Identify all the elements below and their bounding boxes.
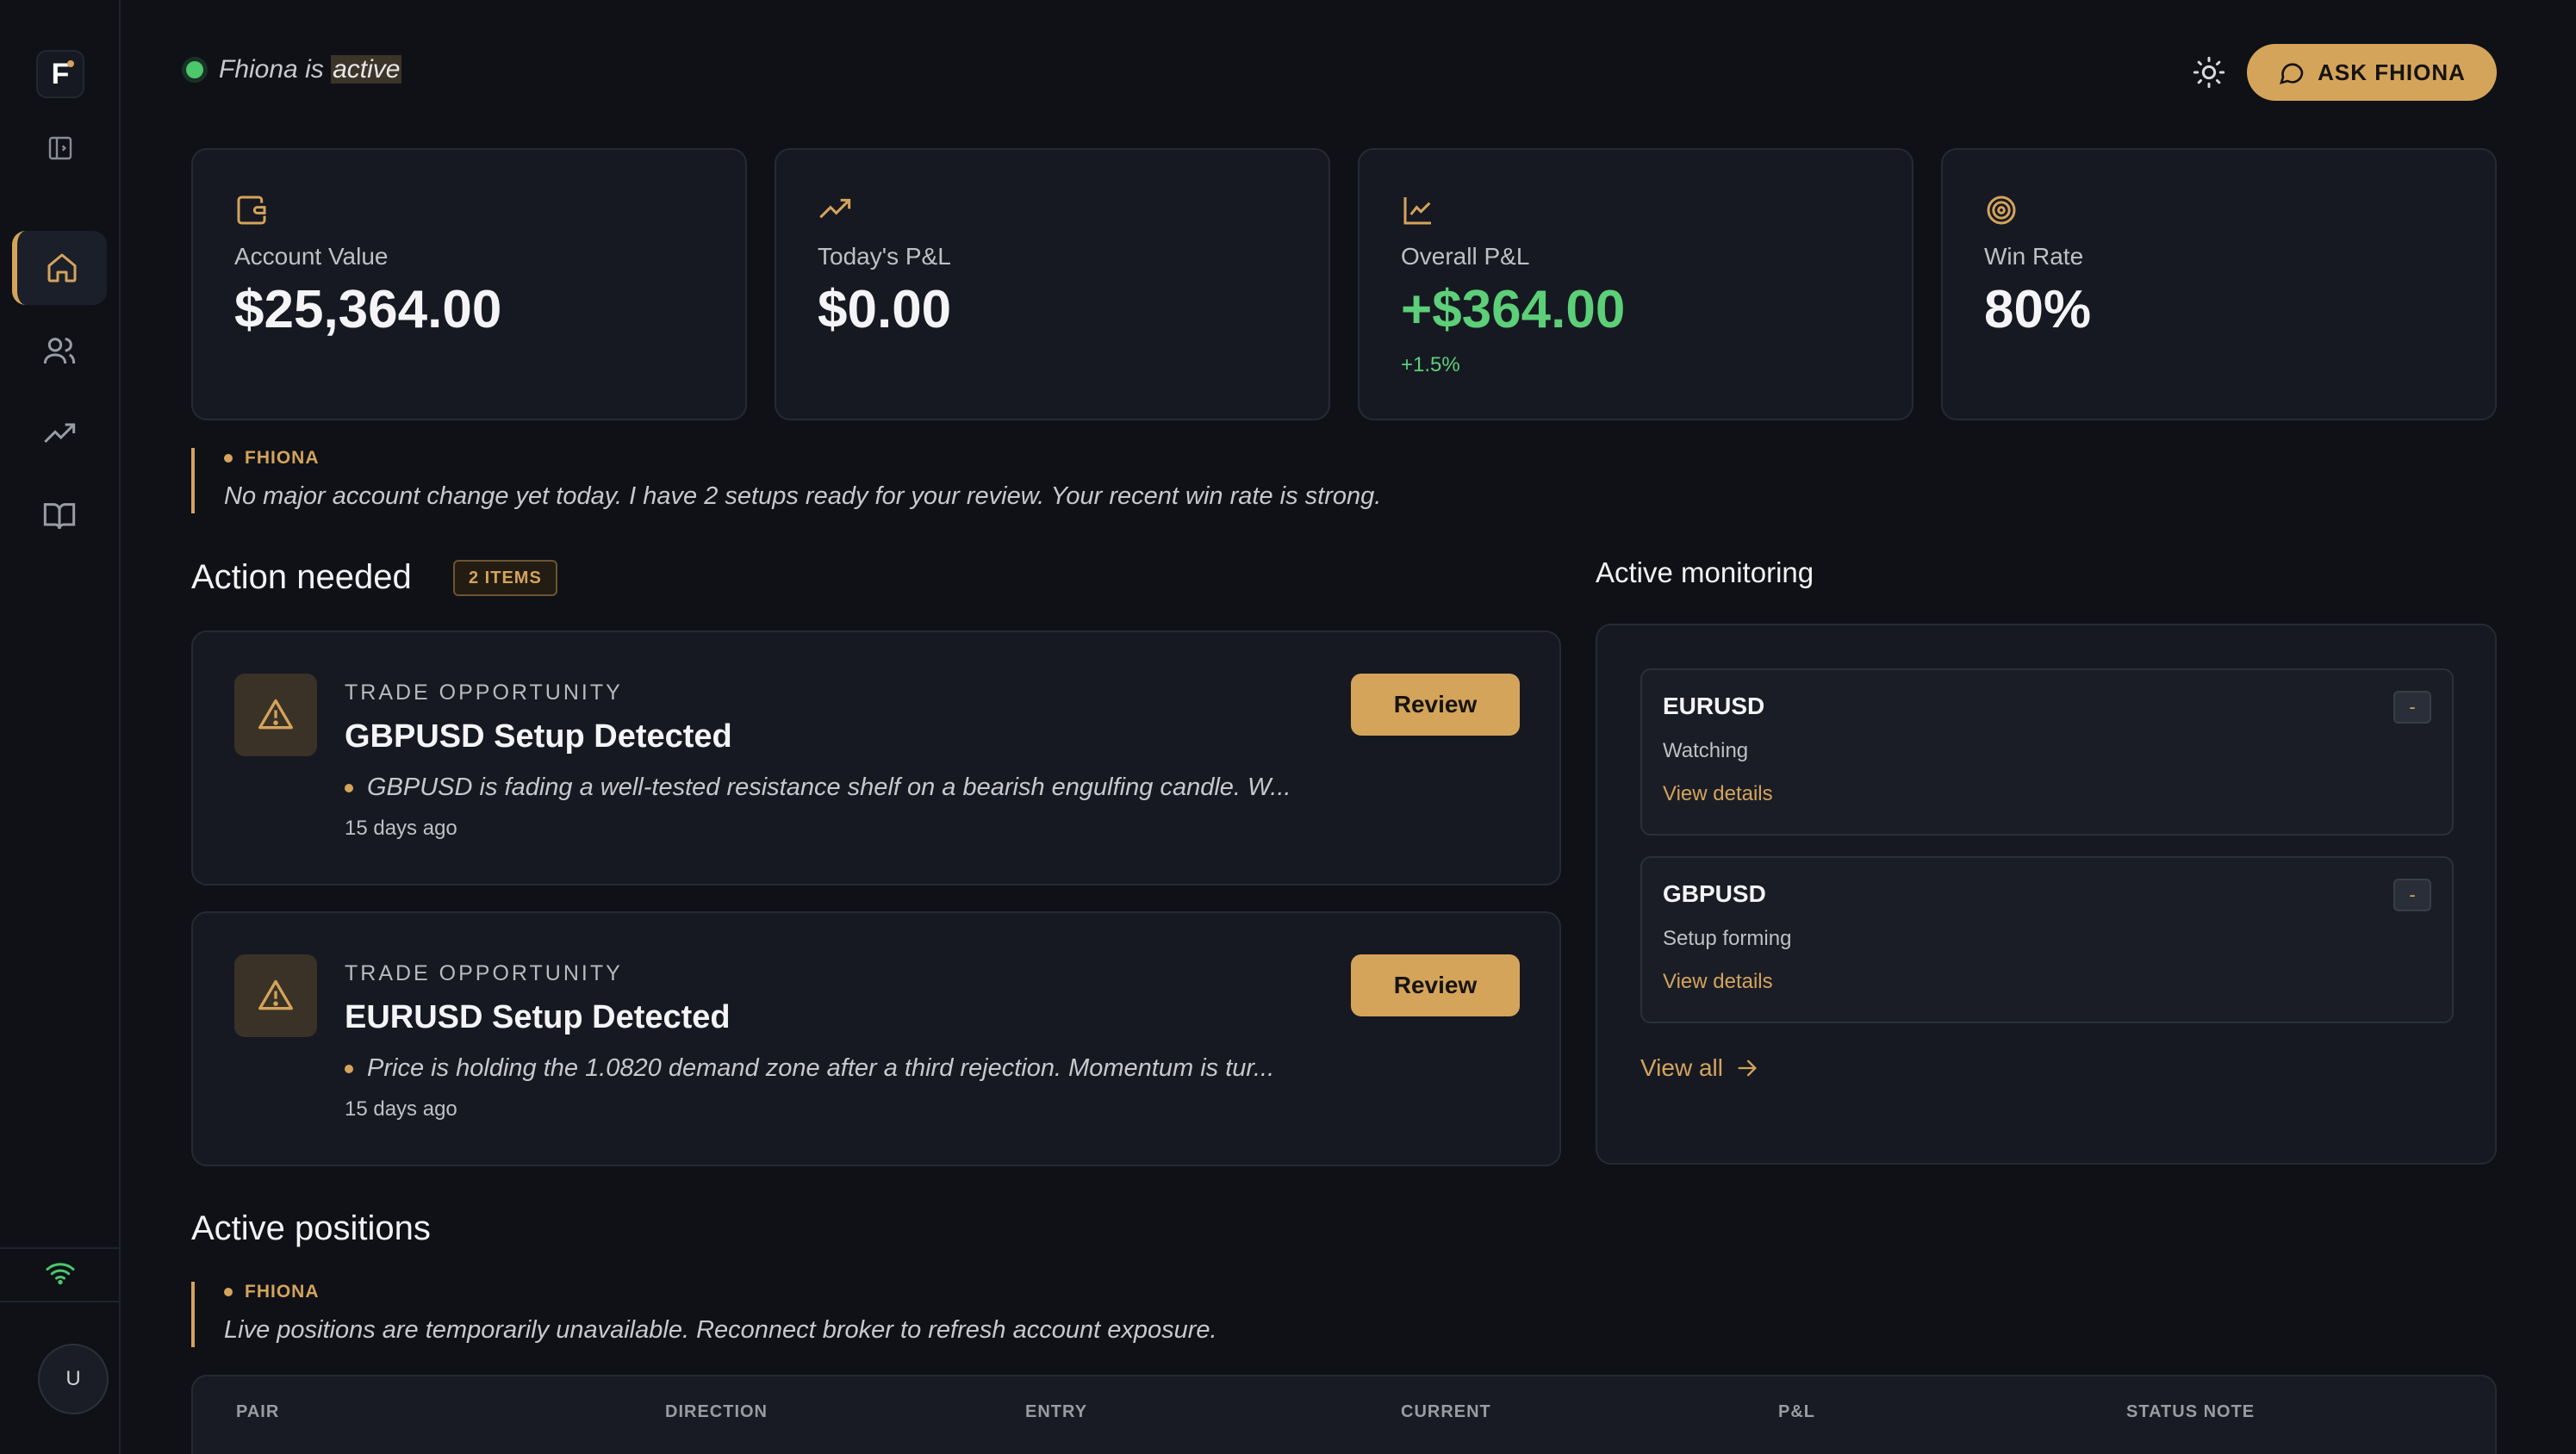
line-chart-icon — [1401, 193, 1435, 227]
positions-table: PAIR DIRECTION ENTRY CURRENT P&L STATUS … — [191, 1375, 2497, 1454]
column-header-pnl[interactable]: P&L — [1778, 1402, 1815, 1422]
monitor-state: Setup forming — [1663, 927, 1792, 950]
action-needed-title: Action needed — [191, 558, 412, 596]
sun-icon — [2193, 56, 2225, 89]
arrow-right-icon — [1738, 1059, 1757, 1077]
note-tag: FHIONA — [224, 1282, 1217, 1302]
column-header-entry[interactable]: ENTRY — [1025, 1402, 1087, 1422]
stat-card-overall-pnl: Overall P&L +$364.00 +1.5% — [1358, 148, 1913, 420]
stat-change: +1.5% — [1401, 353, 1460, 376]
column-header-current[interactable]: CURRENT — [1401, 1402, 1491, 1422]
stat-card-todays-pnl: Today's P&L $0.00 — [775, 148, 1330, 420]
note-text: Live positions are temporarily unavailab… — [224, 1316, 1217, 1344]
warning-icon — [234, 674, 317, 756]
stat-value: +$364.00 — [1401, 280, 1626, 339]
action-type: TRADE OPPORTUNITY — [345, 680, 623, 705]
chat-bubble-icon — [2280, 63, 2304, 84]
sidebar-divider — [0, 1247, 121, 1249]
home-icon — [47, 253, 77, 283]
action-time: 15 days ago — [345, 1097, 457, 1121]
sidebar-item-journal[interactable] — [12, 479, 107, 553]
sidebar-item-trends[interactable] — [12, 396, 107, 470]
stat-value: 80% — [1984, 280, 2092, 339]
stat-label: Account Value — [234, 243, 389, 270]
book-icon — [43, 503, 76, 530]
action-description: Price is holding the 1.0820 demand zone … — [345, 1054, 1551, 1083]
sidebar-divider — [0, 1301, 121, 1302]
assistant-status: Fhiona is active — [186, 55, 402, 84]
column-header-direction[interactable]: DIRECTION — [665, 1402, 768, 1422]
stat-label: Today's P&L — [818, 243, 951, 270]
wifi-icon — [45, 1261, 76, 1285]
wallet-icon — [234, 193, 269, 227]
fhiona-note: FHIONA No major account change yet today… — [191, 448, 1381, 513]
ask-fhiona-label: ASK FHIONA — [2318, 59, 2466, 85]
action-title: GBPUSD Setup Detected — [345, 718, 732, 755]
app-logo[interactable]: F — [36, 50, 84, 98]
status-prefix: Fhiona is — [219, 55, 324, 84]
warning-icon — [234, 954, 317, 1037]
action-description: GBPUSD is fading a well-tested resistanc… — [345, 774, 1551, 802]
view-details-link[interactable]: View details — [1663, 782, 1773, 806]
action-count-badge: 2 ITEMS — [453, 560, 557, 596]
action-type: TRADE OPPORTUNITY — [345, 961, 623, 985]
stat-value: $0.00 — [818, 280, 952, 339]
trending-up-icon — [44, 423, 76, 444]
monitor-item[interactable]: EURUSD Watching View details - — [1640, 668, 2454, 836]
ask-fhiona-button[interactable]: ASK FHIONA — [2247, 44, 2497, 101]
sidebar: F U — [0, 0, 121, 1454]
stat-card-account-value: Account Value $25,364.00 — [191, 148, 747, 420]
action-card[interactable]: TRADE OPPORTUNITY GBPUSD Setup Detected … — [191, 631, 1561, 885]
users-icon — [43, 338, 76, 364]
view-details-link[interactable]: View details — [1663, 970, 1773, 994]
collapse-button[interactable]: - — [2393, 691, 2431, 724]
trending-up-icon — [818, 193, 852, 227]
sidebar-item-home[interactable] — [12, 231, 107, 305]
column-header-pair[interactable]: PAIR — [236, 1402, 279, 1422]
status-word: active — [331, 55, 402, 84]
review-button[interactable]: Review — [1351, 674, 1520, 736]
note-tag: FHIONA — [224, 448, 1381, 469]
stat-value: $25,364.00 — [234, 280, 502, 339]
logo-dot — [67, 60, 74, 67]
action-time: 15 days ago — [345, 817, 457, 840]
view-all-link[interactable]: View all — [1640, 1054, 1759, 1082]
avatar-initial: U — [65, 1367, 81, 1390]
monitor-item[interactable]: GBPUSD Setup forming View details - — [1640, 856, 2454, 1023]
monitoring-panel: EURUSD Watching View details - GBPUSD Se… — [1596, 624, 2497, 1165]
status-dot — [186, 61, 203, 78]
app-root: F U Fhiona is active ASK FHIONA Account … — [0, 0, 2576, 1454]
column-header-status-note[interactable]: STATUS NOTE — [2126, 1402, 2255, 1422]
avatar[interactable]: U — [38, 1344, 109, 1414]
monitor-pair: GBPUSD — [1663, 880, 1766, 907]
stat-label: Overall P&L — [1401, 243, 1530, 270]
action-title: EURUSD Setup Detected — [345, 999, 731, 1035]
note-text: No major account change yet today. I hav… — [224, 482, 1382, 510]
monitor-pair: EURUSD — [1663, 693, 1765, 719]
view-all-label: View all — [1640, 1054, 1723, 1081]
fhiona-note: FHIONA Live positions are temporarily un… — [191, 1282, 1217, 1347]
theme-toggle-button[interactable] — [2188, 52, 2230, 93]
collapse-button[interactable]: - — [2393, 879, 2431, 911]
monitor-state: Watching — [1663, 739, 1749, 762]
target-icon — [1984, 193, 2019, 227]
sidebar-item-users[interactable] — [12, 314, 107, 388]
stat-card-win-rate: Win Rate 80% — [1941, 148, 2497, 420]
sidebar-toggle-icon[interactable] — [47, 134, 74, 162]
active-monitoring-title: Active monitoring — [1596, 556, 1814, 588]
review-button[interactable]: Review — [1351, 954, 1520, 1016]
stat-label: Win Rate — [1984, 243, 2084, 270]
active-positions-title: Active positions — [191, 1209, 431, 1247]
action-card[interactable]: TRADE OPPORTUNITY EURUSD Setup Detected … — [191, 911, 1561, 1166]
